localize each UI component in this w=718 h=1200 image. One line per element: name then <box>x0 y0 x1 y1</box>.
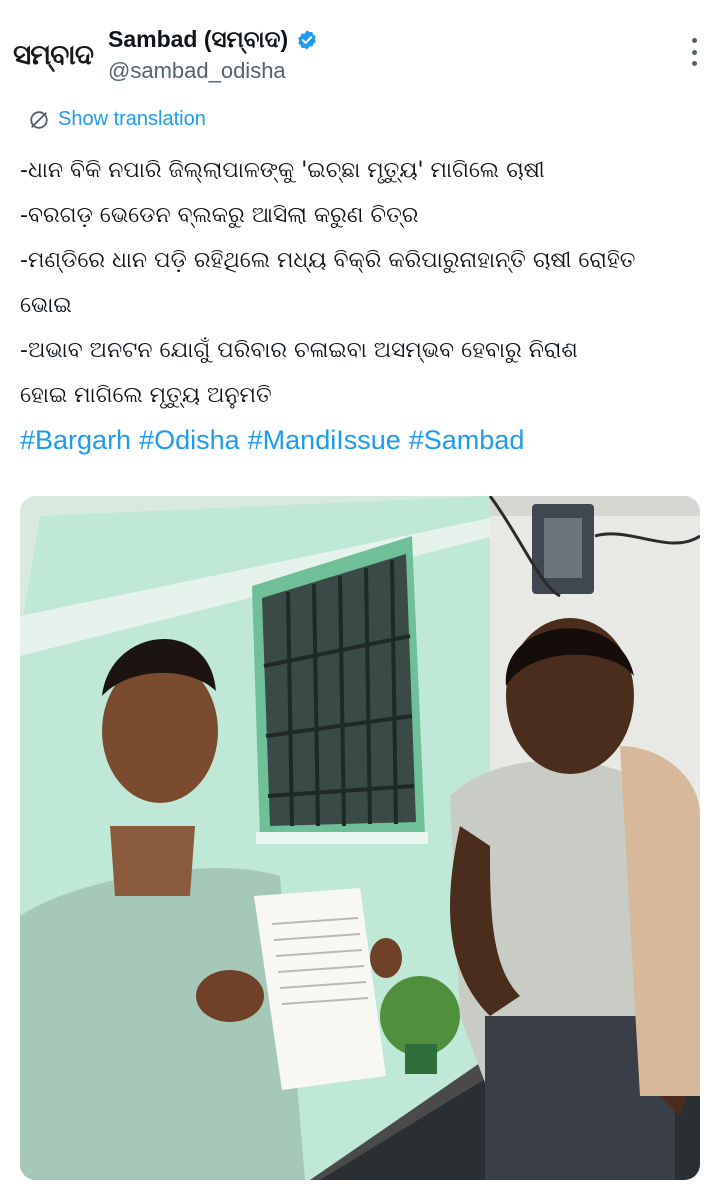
translate-icon <box>30 110 48 129</box>
hashtag-link[interactable]: #Odisha <box>139 425 240 455</box>
tweet-line: -ଅଭାବ ଅନଟନ ଯୋଗୁଁ ପରିବାର ଚଳାଇବା ଅସମ୍ଭବ ହେ… <box>20 338 578 363</box>
show-translation-button[interactable]: Show translation <box>28 108 206 131</box>
tweet-header: ସମ୍ବାଦ Sambad (ସମ୍ବାଦ) @sambad_odisha <box>0 0 718 100</box>
hashtag-link[interactable]: #Bargarh <box>20 425 131 455</box>
user-handle[interactable]: @sambad_odisha <box>108 58 286 84</box>
hashtag-link[interactable]: #Sambad <box>409 425 525 455</box>
tweet-line: -ଧାନ ବିକି ନପାରି ଜିଲ୍ଲାପାଳଙ୍କୁ 'ଇଚ୍ଛା ମୃତ… <box>20 158 545 183</box>
tweet-photo[interactable] <box>20 496 700 1180</box>
tweet-text: -ଧାନ ବିକି ନପାରି ଜିଲ୍ଲାପାଳଙ୍କୁ 'ଇଚ୍ଛା ମୃତ… <box>20 148 710 463</box>
display-name[interactable]: Sambad (ସମ୍ବାଦ) <box>108 26 288 53</box>
tweet-line: -ମଣ୍ଡିରେ ଧାନ ପଡ଼ି ରହିଥିଲେ ମଧ୍ୟ ବିକ୍ରି କର… <box>20 248 636 273</box>
more-options-icon[interactable] <box>692 38 700 66</box>
avatar-logo-text: ସମ୍ବାଦ <box>13 38 94 71</box>
name-row: Sambad (ସମ୍ବାଦ) <box>108 26 318 53</box>
photo-illustration <box>20 496 700 1180</box>
tweet-line: ହୋଇ ମାଗିଲେ ମୃତ୍ୟୁ ଅନୁମତି <box>20 383 272 408</box>
show-translation-label: Show translation <box>58 108 206 130</box>
tweet-line: -ବରଗଡ଼ ଭେଡେନ ବ୍ଲକରୁ ଆସିଲା କରୁଣ ଚିତ୍ର <box>20 203 419 228</box>
hashtag-link[interactable]: #MandiIssue <box>248 425 401 455</box>
verified-badge-icon <box>298 29 316 50</box>
hashtag-row: #Bargarh #Odisha #MandiIssue #Sambad <box>20 418 710 463</box>
avatar[interactable]: ସମ୍ବାଦ <box>13 22 94 88</box>
tweet-line: ଭୋଇ <box>20 293 72 318</box>
